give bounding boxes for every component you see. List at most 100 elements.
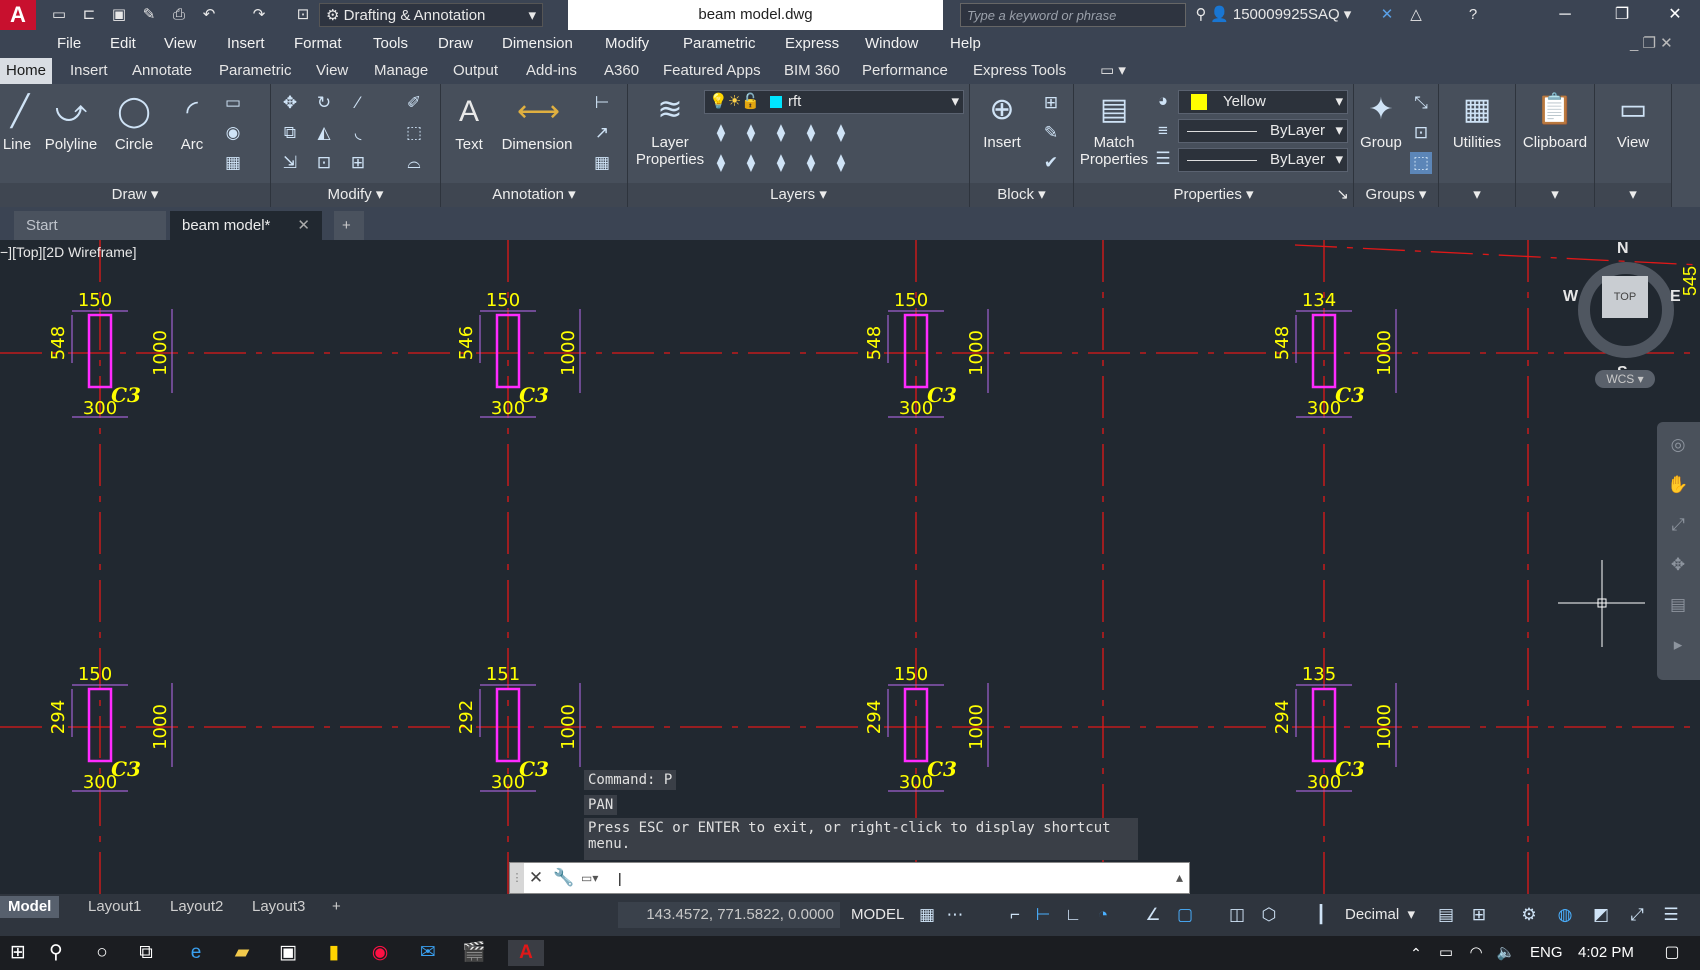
layer-tool-icon[interactable]: ⧫ — [830, 152, 852, 174]
hardware-acceleration-icon[interactable]: ◩ — [1590, 903, 1612, 927]
isolate-objects-icon[interactable]: ◍ — [1554, 903, 1576, 927]
clock[interactable]: 4:02 PM — [1578, 944, 1634, 961]
insert-block-button[interactable]: ⊕ Insert — [974, 90, 1030, 151]
layer-tool-icon[interactable]: ⧫ — [770, 122, 792, 144]
dynamic-input-icon[interactable]: ⊢ — [1032, 903, 1054, 927]
infer-constraints-icon[interactable]: ⌐ — [1004, 903, 1026, 927]
task-view-icon[interactable]: ⧉ — [132, 940, 160, 966]
windows-start-icon[interactable]: ⊞ — [4, 940, 32, 966]
menu-draw[interactable]: Draw — [438, 30, 473, 58]
menu-edit[interactable]: Edit — [110, 30, 136, 58]
edit-block-icon[interactable]: ✎ — [1040, 122, 1062, 144]
menu-parametric[interactable]: Parametric — [683, 30, 756, 58]
layer-tool-icon[interactable]: ⧫ — [710, 122, 732, 144]
trim-icon[interactable]: ⁄ — [347, 92, 369, 114]
command-prompt-icon[interactable]: ▭▾ — [581, 868, 617, 888]
minimize-button[interactable]: ─ — [1540, 0, 1590, 30]
draw-panel-title[interactable]: Draw — [112, 186, 147, 203]
tab-annotate[interactable]: Annotate — [132, 58, 192, 84]
navbar-customize-icon[interactable]: ▸ — [1667, 634, 1689, 656]
clipboard-expand[interactable]: ▾ — [1516, 183, 1594, 207]
help-search-input[interactable]: Type a keyword or phrase — [960, 3, 1186, 27]
polar-tracking-icon[interactable]: ◔ — [1092, 903, 1114, 927]
properties-panel-title[interactable]: Properties — [1173, 186, 1241, 203]
tab-manage[interactable]: Manage — [374, 58, 428, 84]
tab-bim360[interactable]: BIM 360 — [784, 58, 840, 84]
wcs-dropdown[interactable]: WCS ▾ — [1595, 370, 1655, 388]
transparency-icon[interactable]: ◫ — [1226, 903, 1248, 927]
tab-parametric[interactable]: Parametric — [219, 58, 292, 84]
annotation-panel-title[interactable]: Annotation — [492, 186, 564, 203]
close-command-line-icon[interactable]: ✕ — [525, 867, 547, 889]
tab-add-ins[interactable]: Add-ins — [526, 58, 577, 84]
tab-performance[interactable]: Performance — [862, 58, 948, 84]
gradient-icon[interactable]: ▦ — [222, 152, 244, 174]
new-file-icon[interactable]: ▭ — [48, 4, 70, 26]
customize-wrench-icon[interactable]: 🔧 — [553, 867, 575, 889]
offset-icon[interactable]: ⌓ — [403, 152, 425, 174]
wifi-icon[interactable]: ◠ — [1462, 940, 1490, 966]
ortho-icon[interactable]: ∟ — [1062, 903, 1084, 927]
coordinates-readout[interactable]: 143.4572, 771.5822, 0.0000 — [618, 902, 840, 928]
grip-handle-icon[interactable]: ⋮ — [510, 863, 524, 893]
layer-properties-button[interactable]: ≋ Layer Properties — [632, 90, 708, 168]
text-button[interactable]: A Text — [447, 92, 491, 153]
utilities-expand[interactable]: ▾ — [1439, 183, 1515, 207]
new-tab-button[interactable]: + — [334, 211, 364, 240]
groups-panel-title[interactable]: Groups — [1366, 186, 1415, 203]
line-button[interactable]: ╱ Line — [0, 92, 34, 153]
group-edit-icon[interactable]: ⊡ — [1410, 122, 1432, 144]
lineweight-icon[interactable]: ≡ — [1152, 120, 1174, 142]
layers-panel-title[interactable]: Layers — [770, 186, 815, 203]
close-tab-icon[interactable]: ✕ — [297, 211, 310, 240]
clipboard-button[interactable]: 📋 Clipboard — [1516, 90, 1594, 151]
drawing-canvas[interactable]: 150 548 1000 300 C3 150 546 1000 300 C3 150 548 1000… — [0, 240, 1700, 894]
mdi-controls[interactable]: _ ❐ ✕ — [1630, 30, 1673, 58]
array-icon[interactable]: ⊞ — [347, 152, 369, 174]
layer-tool-icon[interactable]: ⧫ — [770, 152, 792, 174]
layer-dropdown[interactable]: 💡☀🔓 rft ▾ — [704, 90, 964, 114]
tab-featured-apps[interactable]: Featured Apps — [663, 58, 761, 84]
undo-icon[interactable]: ↶ — [198, 4, 220, 26]
layer-tool-icon[interactable]: ⧫ — [740, 152, 762, 174]
tab-insert[interactable]: Insert — [70, 58, 108, 84]
file-explorer-icon[interactable]: ▰ — [228, 940, 256, 966]
video-editor-icon[interactable]: 🎬 — [460, 940, 488, 966]
autocad-taskbar-icon[interactable]: A — [508, 940, 544, 966]
orbit-icon[interactable]: ✥ — [1667, 554, 1689, 576]
showmotion-icon[interactable]: ▤ — [1667, 594, 1689, 616]
polyline-button[interactable]: ⤻ Polyline — [40, 92, 102, 153]
edge-browser-icon[interactable]: e — [182, 940, 210, 966]
lineweight-status-icon[interactable]: ┃ — [1310, 903, 1332, 927]
linear-dimension-icon[interactable]: ⊢ — [591, 92, 613, 114]
user-account[interactable]: 👤 150009925SAQ ▾ — [1210, 0, 1351, 30]
copy-icon[interactable]: ⧉ — [279, 122, 301, 144]
modify-panel-title[interactable]: Modify — [328, 186, 372, 203]
tab-start[interactable]: Start — [14, 211, 166, 240]
autocad-logo-icon[interactable]: A — [0, 0, 36, 30]
lineweight-dropdown[interactable]: ByLayer ▾ — [1178, 148, 1348, 172]
store-icon[interactable]: ▣ — [274, 940, 302, 966]
circle-button[interactable]: ◯ Circle — [108, 92, 160, 153]
notification-icon[interactable]: ▢ — [1658, 940, 1686, 966]
rectangle-icon[interactable]: ▭ — [222, 92, 244, 114]
group-button[interactable]: ✦ Group — [1356, 90, 1406, 151]
menu-help[interactable]: Help — [950, 30, 981, 58]
object-snap-icon[interactable]: ▢ — [1174, 903, 1196, 927]
tab-view[interactable]: View — [316, 58, 348, 84]
redo-icon[interactable]: ↷ — [248, 4, 270, 26]
tab-model[interactable]: Model — [0, 896, 60, 918]
layer-tool-icon[interactable]: ⧫ — [740, 122, 762, 144]
quick-properties-icon[interactable]: ▤ — [1435, 903, 1457, 927]
clean-screen-icon[interactable]: ⤢ — [1626, 903, 1648, 927]
tab-express-tools[interactable]: Express Tools — [973, 58, 1066, 84]
linetype-dropdown[interactable]: ByLayer ▾ — [1178, 119, 1348, 143]
layer-tool-icon[interactable]: ⧫ — [830, 122, 852, 144]
dimension-button[interactable]: ⟷ Dimension — [499, 92, 575, 153]
save-icon[interactable]: ▣ — [108, 4, 130, 26]
grid-icon[interactable]: ▦ — [916, 903, 938, 927]
menu-file[interactable]: File — [57, 30, 81, 58]
attribute-icon[interactable]: ✔ — [1040, 152, 1062, 174]
ribbon-toggle-button[interactable]: ▭ ▾ — [1100, 58, 1126, 84]
close-button[interactable]: ✕ — [1650, 0, 1700, 30]
